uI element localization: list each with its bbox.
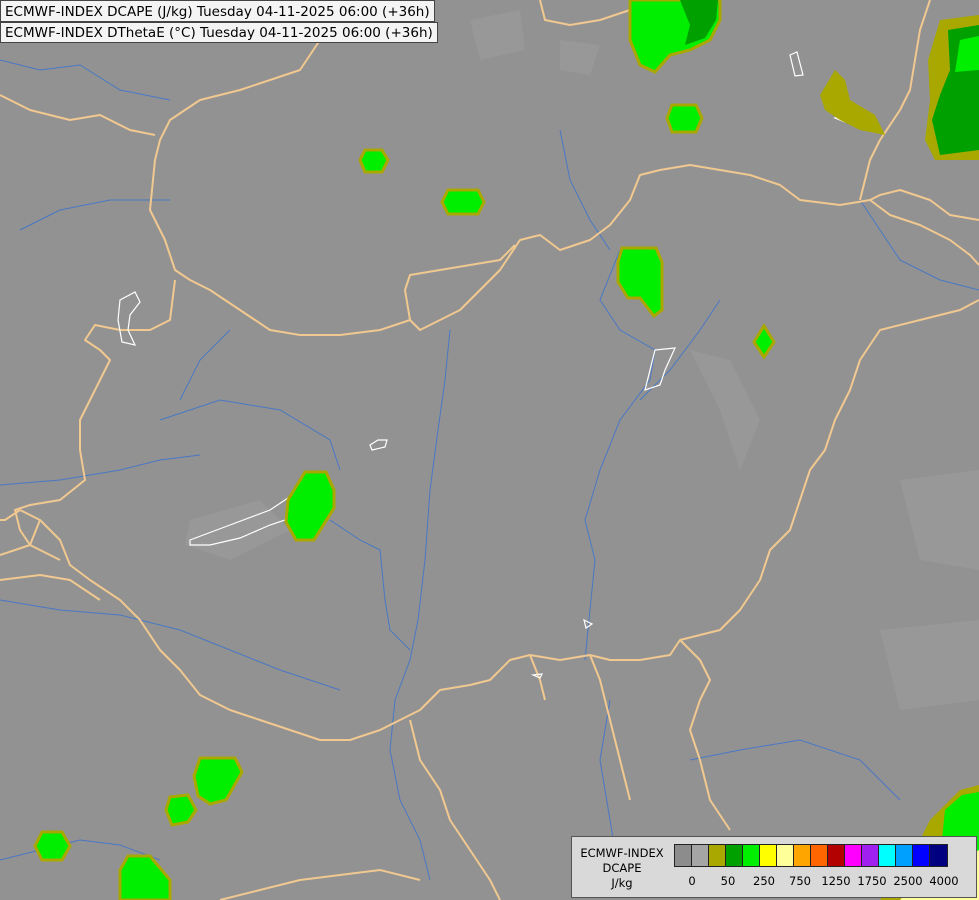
color-legend: ECMWF-INDEX DCAPE J/kg 0 50 250 750 1250 1750… [571,836,977,898]
legend-tick-label: 4000 [929,874,959,888]
legend-tick-label: 50 [720,874,736,888]
legend-swatch [845,845,862,866]
legend-title-model: ECMWF-INDEX [580,846,664,860]
legend-swatch [828,845,845,866]
weather-map [0,0,979,900]
legend-swatch [777,845,794,866]
legend-swatch [692,845,709,866]
field-patch [665,103,704,134]
legend-swatch [794,845,811,866]
legend-swatch [743,845,760,866]
legend-swatch [913,845,930,866]
legend-title: ECMWF-INDEX DCAPE J/kg [576,846,668,891]
legend-swatch [726,845,743,866]
map-title-dthetae: ECMWF-INDEX DThetaE (°C) Tuesday 04-11-2… [0,22,438,43]
legend-tick-label: 2500 [893,874,923,888]
legend-swatch [930,845,947,866]
legend-swatch [879,845,896,866]
legend-title-unit: J/kg [611,876,633,890]
legend-swatch [709,845,726,866]
field-patch [33,830,72,862]
legend-tick-label: 0 [688,874,696,888]
field-patch [358,148,390,174]
legend-ticks: 0 50 250 750 1250 1750 2500 4000 [674,874,964,890]
legend-tick-label: 750 [789,874,811,888]
legend-tick-label: 1750 [857,874,887,888]
legend-swatch [896,845,913,866]
map-title-dcape: ECMWF-INDEX DCAPE (J/kg) Tuesday 04-11-2… [0,0,435,22]
legend-tick-label: 1250 [821,874,851,888]
field-patch [440,188,486,216]
legend-swatch [675,845,692,866]
legend-tick-label: 250 [753,874,775,888]
legend-swatch [811,845,828,866]
legend-color-bar [674,844,948,867]
legend-swatch [862,845,879,866]
legend-title-parameter: DCAPE [602,861,642,875]
legend-swatch [760,845,777,866]
